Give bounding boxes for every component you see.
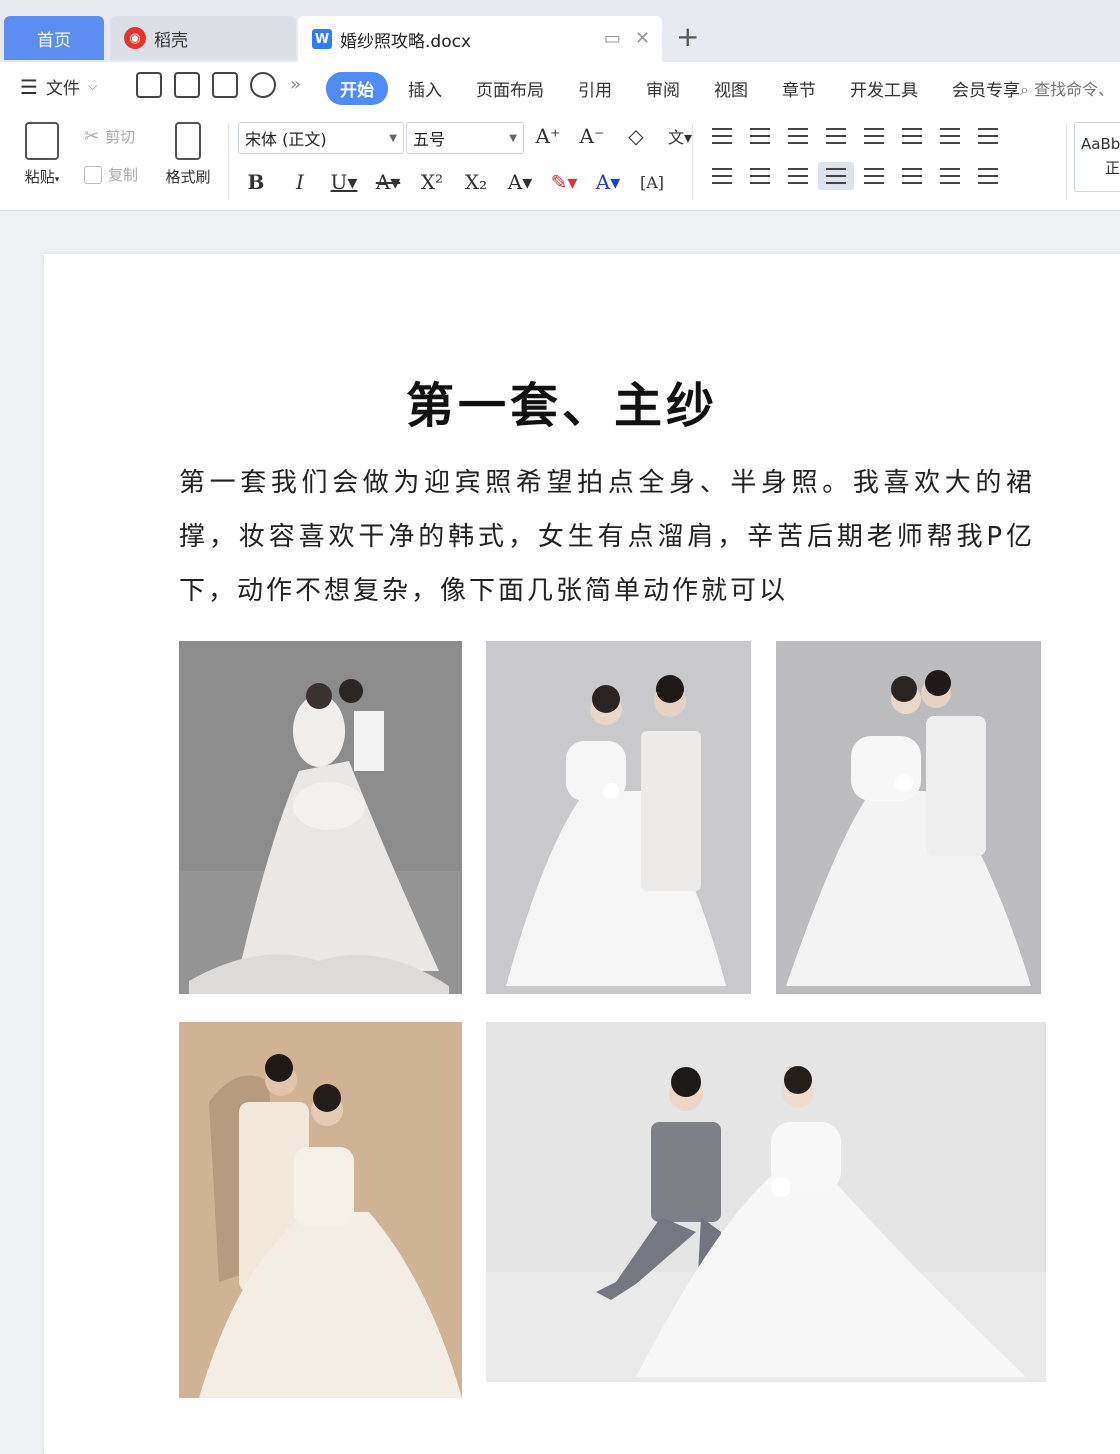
bold-icon[interactable]: B [234,170,278,194]
format-painter-label: 格式刷 [165,168,211,186]
hamburger-icon: ☰ [20,74,38,99]
command-search-label: 查找命令、 [1034,80,1115,99]
close-icon[interactable]: ✕ [635,28,650,49]
document-page[interactable]: 第一套、主纱 第一套我们会做为迎宾照希望拍点全身、半身照。我喜欢大的裙撑，妆容喜… [44,254,1120,1454]
tab-references[interactable]: 引用 [564,72,626,105]
numbered-list-icon[interactable] [742,122,778,150]
tab-view[interactable]: 视图 [700,72,762,105]
scissors-icon: ✂ [84,126,100,147]
align-left-icon[interactable] [704,162,740,190]
text-direction-icon[interactable] [894,122,930,150]
subscript-icon[interactable]: X₂ [454,170,498,194]
command-search[interactable]: ⌕ 查找命令、 [1020,76,1114,100]
paste-label: 粘贴 [24,168,55,186]
font-size-select[interactable]: 五号 ▼ [406,122,524,154]
tab-stops-icon[interactable] [970,122,1006,150]
save-icon[interactable] [136,72,162,98]
style-gallery[interactable]: AaBbC 正文 [1074,122,1120,192]
phonetic-icon[interactable]: 文▾ [658,124,702,148]
tab-insert[interactable]: 插入 [394,72,456,105]
cut-button[interactable]: ✂ 剪切 [84,126,135,147]
shading-icon[interactable] [932,162,968,190]
tab-page-layout[interactable]: 页面布局 [462,72,558,105]
italic-icon[interactable]: I [278,170,322,194]
ribbon-toolbar: 粘贴▾ ✂ 剪切 复制 格式刷 宋体 (正文) ▼ 五号 ▼ A⁺ A⁻ ◇ 文… [0,114,1120,211]
format-painter-button[interactable]: 格式刷 [160,118,216,187]
underline-icon[interactable]: U▾ [322,170,366,194]
tab-document[interactable]: W 婚纱照攻略.docx ▭ ✕ [298,16,662,62]
tab-daoke[interactable]: ◉ 稻壳 [110,16,296,60]
grow-font-icon[interactable]: A⁺ [526,124,570,148]
chevron-down-icon: ⌵ [87,79,98,93]
style-preview: AaBbC [1081,135,1120,153]
clear-format-icon[interactable]: ◇ [614,124,658,148]
increase-indent-icon[interactable] [818,122,854,150]
font-size-value: 五号 [413,130,446,149]
superscript-icon[interactable]: X² [410,170,454,194]
wedding-photo-2[interactable] [486,641,751,994]
font-name-value: 宋体 (正文) [245,130,327,149]
tab-chapter[interactable]: 章节 [768,72,830,105]
tab-document-label: 婚纱照攻略.docx [340,31,472,52]
daoke-logo-icon: ◉ [124,27,146,49]
strikethrough-icon[interactable]: A▾ [366,170,410,194]
copy-label: 复制 [108,166,139,184]
tab-daoke-label: 稻壳 [154,30,188,51]
wedding-photo-1-image [179,641,462,994]
brush-icon [175,122,201,160]
wedding-photo-5-image [486,1022,1046,1382]
align-center-icon[interactable] [742,162,778,190]
chevron-down-icon: ▼ [509,132,517,144]
chinese-layout-icon[interactable] [856,122,892,150]
wedding-photo-4[interactable] [179,1022,462,1398]
window-pin-icon[interactable]: ▭ [604,28,621,49]
bullet-list-icon[interactable] [704,122,740,150]
paste-button[interactable]: 粘贴▾ [16,118,68,187]
document-paragraph: 第一套我们会做为迎宾照希望拍点全身、半身照。我喜欢大的裙撑，妆容喜欢干净的韩式，… [179,468,1035,606]
wedding-photo-3-image [776,641,1041,994]
wedding-photo-4-image [179,1022,462,1398]
char-border-icon[interactable]: [A] [630,173,674,192]
font-name-select[interactable]: 宋体 (正文) ▼ [238,122,404,154]
borders-icon[interactable] [970,162,1006,190]
tab-home[interactable]: 首页 [4,16,104,60]
menu-bar: ☰ 文件 ⌵ » 开始 插入 页面布局 引用 审阅 视图 章节 开发工具 会员专… [0,62,1120,114]
tab-developer[interactable]: 开发工具 [836,72,932,105]
file-menu[interactable]: ☰ 文件 ⌵ [20,74,98,100]
decrease-indent-icon[interactable] [780,122,816,150]
distribute-icon[interactable] [856,162,892,190]
copy-button[interactable]: 复制 [84,164,138,185]
search-icon: ⌕ [1020,80,1029,99]
style-preview-label: 正文 [1105,159,1120,177]
file-menu-label: 文件 [45,79,80,99]
wedding-photo-5[interactable] [486,1022,1046,1382]
wedding-photo-1[interactable] [179,641,462,994]
cut-label: 剪切 [105,128,136,146]
ribbon-tabs: 开始 插入 页面布局 引用 审阅 视图 章节 开发工具 会员专享 [326,72,1040,105]
chevron-down-icon: ▼ [389,132,397,144]
highlight-icon[interactable]: ✎▾ [542,170,586,194]
tab-review[interactable]: 审阅 [632,72,694,105]
line-spacing-icon[interactable] [894,162,930,190]
shrink-font-icon[interactable]: A⁻ [570,124,614,148]
tab-start[interactable]: 开始 [326,72,388,105]
tab-bar: 首页 ◉ 稻壳 W 婚纱照攻略.docx ▭ ✕ + [0,0,1120,62]
export-icon[interactable] [174,72,200,98]
print-icon[interactable] [212,72,238,98]
new-tab-button[interactable]: + [676,22,699,52]
copy-icon [84,165,102,184]
text-effect-icon[interactable]: A▾ [498,170,542,194]
more-icon[interactable]: » [290,74,301,95]
word-doc-icon: W [312,29,332,49]
document-title: 第一套、主纱 [405,378,718,434]
paste-icon [25,122,59,160]
wedding-photo-2-image [486,641,751,994]
justify-icon[interactable] [818,162,854,190]
font-color-icon[interactable]: A▾ [586,170,630,194]
print-preview-icon[interactable] [250,72,276,98]
sort-icon[interactable] [932,122,968,150]
wedding-photo-3[interactable] [776,641,1041,994]
align-right-icon[interactable] [780,162,816,190]
